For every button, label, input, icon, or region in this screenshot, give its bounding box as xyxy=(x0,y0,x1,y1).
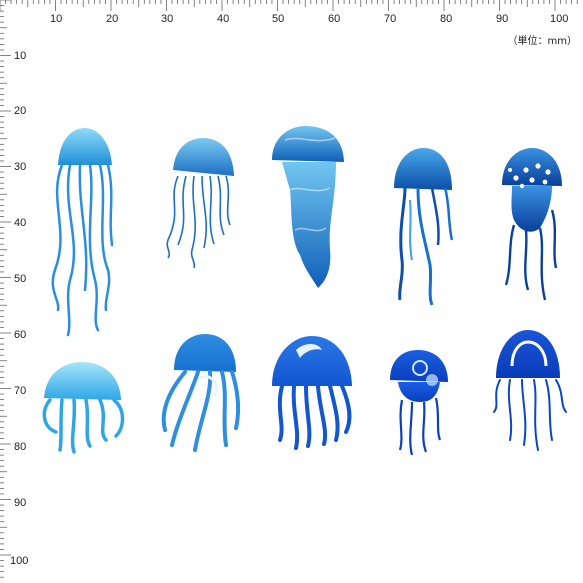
jellyfish-10[interactable] xyxy=(493,330,567,451)
jellyfish-3[interactable] xyxy=(272,126,344,288)
jellyfish-group xyxy=(42,126,567,456)
jellyfish-1[interactable] xyxy=(51,128,114,337)
jellyfish-5[interactable] xyxy=(502,148,562,301)
jellyfish-4[interactable] xyxy=(394,148,454,306)
jellyfish-2[interactable] xyxy=(166,138,234,269)
jellyfish-7[interactable] xyxy=(161,334,241,452)
jellyfish-9[interactable] xyxy=(390,350,448,456)
jellyfish-8[interactable] xyxy=(272,336,352,450)
jellyfish-6[interactable] xyxy=(42,362,125,454)
sticker-sheet: 10 20 30 40 50 60 70 80 90 100 10 20 30 … xyxy=(0,0,583,583)
